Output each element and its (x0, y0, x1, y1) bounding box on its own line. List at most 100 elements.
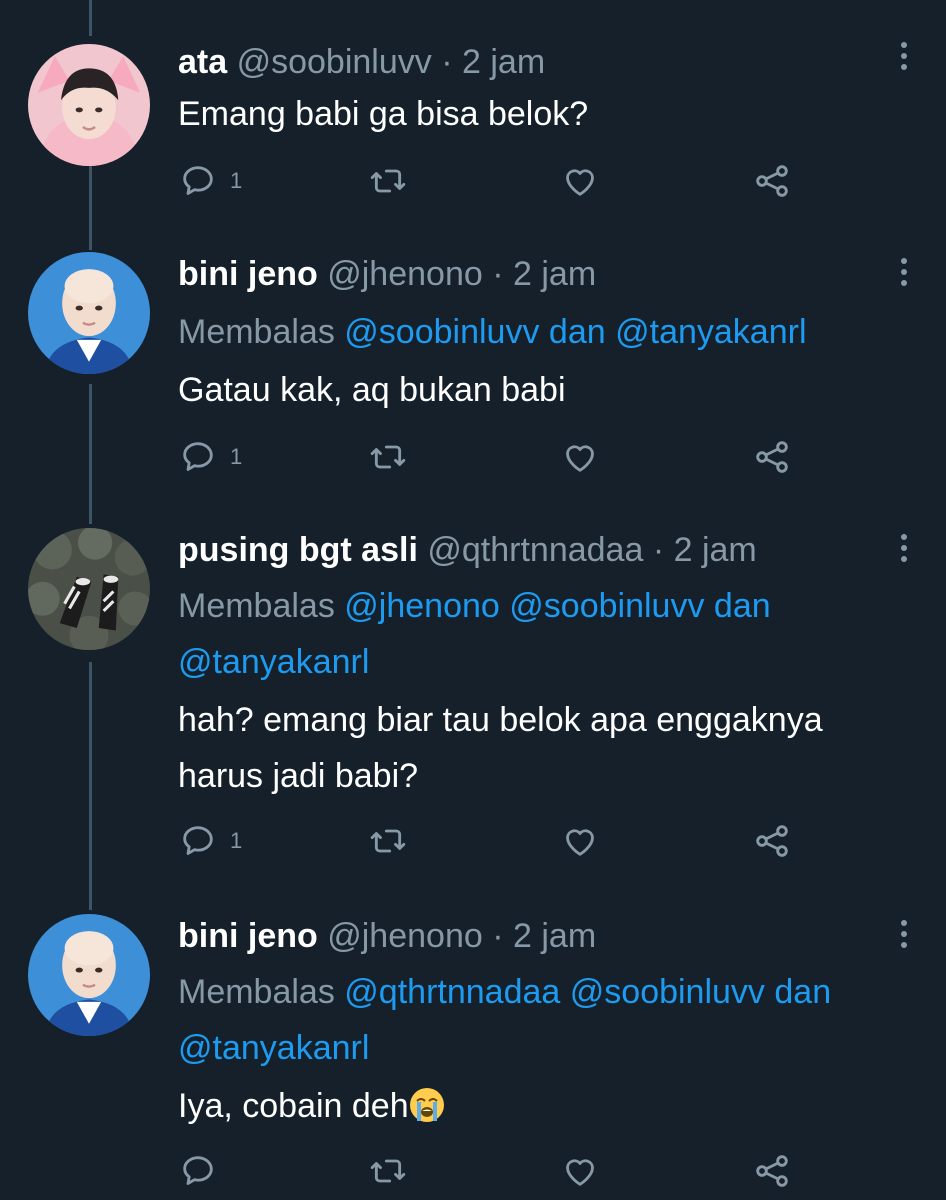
reply-icon (183, 826, 213, 855)
avatar-bald-person (28, 252, 150, 374)
tweet[interactable]: pusing bgt asli @qthrtnnadaa · 2 jam Mem… (0, 528, 946, 868)
user-handle[interactable]: @qthrtnnadaa (427, 531, 643, 569)
tweet-header: ata @soobinluvv · 2 jam (178, 40, 545, 84)
replying-to: Membalas @qthrtnnadaa @soobinluvv dan @t… (178, 964, 918, 1076)
like-button[interactable] (560, 1148, 600, 1194)
replying-to: Membalas @jhenono @soobinluvv dan @tanya… (178, 578, 918, 690)
share-icon (756, 1155, 788, 1187)
retweet-button[interactable] (368, 434, 408, 480)
more-vertical-icon[interactable] (898, 42, 910, 76)
timestamp[interactable]: 2 jam (674, 531, 757, 569)
tweet-text-line: Gatau kak, aq bukan babi (178, 371, 566, 409)
display-name[interactable]: pusing bgt asli (178, 531, 418, 569)
tweet-text-line: harus jadi babi? (178, 757, 419, 795)
timestamp[interactable]: 2 jam (513, 255, 596, 293)
retweet-button[interactable] (368, 818, 408, 864)
share-button[interactable] (752, 818, 792, 864)
reply-button[interactable]: 1 (178, 434, 242, 480)
share-button[interactable] (752, 158, 792, 204)
mention-link[interactable]: @soobinluvv (344, 313, 539, 351)
share-icon (756, 165, 788, 197)
avatar-sneakers (28, 528, 150, 650)
share-button[interactable] (752, 434, 792, 480)
user-handle[interactable]: @jhenono (327, 917, 483, 955)
share-icon (756, 825, 788, 857)
like-icon (566, 169, 594, 196)
replying-prefix: Membalas (178, 587, 335, 625)
more-vertical-icon[interactable] (898, 920, 910, 954)
mention-link[interactable]: @soobinluvv (509, 587, 704, 625)
mention-link[interactable]: @jhenono (344, 587, 500, 625)
reply-button[interactable]: 1 (178, 818, 242, 864)
reply-icon (183, 166, 213, 195)
reply-button[interactable]: 1 (178, 158, 242, 204)
user-avatar[interactable] (28, 914, 150, 1036)
retweet-icon (370, 169, 406, 193)
loudly-crying-face-emoji (409, 1088, 444, 1122)
avatar-bald-person (28, 914, 150, 1036)
retweet-icon (370, 829, 406, 853)
replying-prefix: Membalas (178, 973, 335, 1011)
tweet-text-line: Emang babi ga bisa belok? (178, 95, 589, 133)
user-avatar[interactable] (28, 44, 150, 166)
share-button[interactable] (752, 1148, 792, 1194)
tweet-text: Iya, cobain deh (178, 1078, 928, 1134)
separator-dot: · (441, 43, 453, 81)
reply-icon (183, 442, 213, 471)
mention-link[interactable]: @tanyakanrl (178, 643, 369, 681)
retweet-icon (370, 1159, 406, 1183)
timestamp[interactable]: 2 jam (462, 43, 545, 81)
tweet[interactable]: ata @soobinluvv · 2 jam Emang babi ga bi… (0, 36, 946, 236)
reply-count: 1 (230, 828, 243, 853)
tweet-actions: 1 (178, 434, 818, 480)
replying-joiner: dan (774, 973, 832, 1011)
tweet-text: Gatau kak, aq bukan babi (178, 362, 928, 418)
timestamp[interactable]: 2 jam (513, 917, 596, 955)
share-icon (756, 441, 788, 473)
user-handle[interactable]: @jhenono (327, 255, 483, 293)
thread-line (89, 0, 92, 36)
more-vertical-icon[interactable] (898, 534, 910, 568)
user-handle[interactable]: @soobinluvv (237, 43, 432, 81)
tweet-text: Emang babi ga bisa belok? (178, 86, 928, 142)
like-button[interactable] (560, 434, 600, 480)
retweet-button[interactable] (368, 1148, 408, 1194)
tweet-header: bini jeno @jhenono · 2 jam (178, 252, 596, 296)
user-avatar[interactable] (28, 528, 150, 650)
tweet-text-line: hah? emang biar tau belok apa enggaknya (178, 701, 823, 739)
tweet[interactable]: bini jeno @jhenono · 2 jam Membalas @soo… (0, 252, 946, 512)
user-avatar[interactable] (28, 252, 150, 374)
separator-dot: · (652, 531, 665, 569)
like-icon (566, 1159, 594, 1186)
like-button[interactable] (560, 818, 600, 864)
mention-link[interactable]: @soobinluvv (570, 973, 765, 1011)
tweet-header: bini jeno @jhenono · 2 jam (178, 914, 596, 958)
mention-link[interactable]: @qthrtnnadaa (344, 973, 560, 1011)
tweet-header: pusing bgt asli @qthrtnnadaa · 2 jam (178, 528, 757, 572)
replying-prefix: Membalas (178, 313, 335, 351)
retweet-icon (370, 445, 406, 469)
like-icon (566, 445, 594, 472)
separator-dot: · (492, 255, 504, 293)
display-name[interactable]: bini jeno (178, 917, 318, 955)
avatar-pink-hoodie (28, 44, 150, 166)
separator-dot: · (492, 917, 504, 955)
tweet-actions: 1 (178, 158, 818, 204)
display-name[interactable]: bini jeno (178, 255, 318, 293)
more-vertical-icon[interactable] (898, 258, 910, 292)
replying-joiner: dan (713, 587, 771, 625)
retweet-button[interactable] (368, 158, 408, 204)
reply-count: 1 (230, 168, 243, 193)
tweet-actions: 1 (178, 818, 818, 864)
tweet-text-line: Iya, cobain deh (178, 1078, 928, 1134)
like-button[interactable] (560, 158, 600, 204)
mention-link[interactable]: @tanyakanrl (178, 1029, 369, 1067)
reply-button[interactable] (178, 1148, 230, 1194)
display-name[interactable]: ata (178, 43, 227, 81)
mention-link[interactable]: @tanyakanrl (615, 313, 806, 351)
tweet[interactable]: bini jeno @jhenono · 2 jam Membalas @qth… (0, 914, 946, 1200)
tweet-text: hah? emang biar tau belok apa enggaknya … (178, 692, 928, 804)
reply-count: 1 (230, 444, 243, 469)
replying-joiner: dan (548, 313, 606, 351)
tweet-text-span: Iya, cobain deh (178, 1087, 409, 1125)
